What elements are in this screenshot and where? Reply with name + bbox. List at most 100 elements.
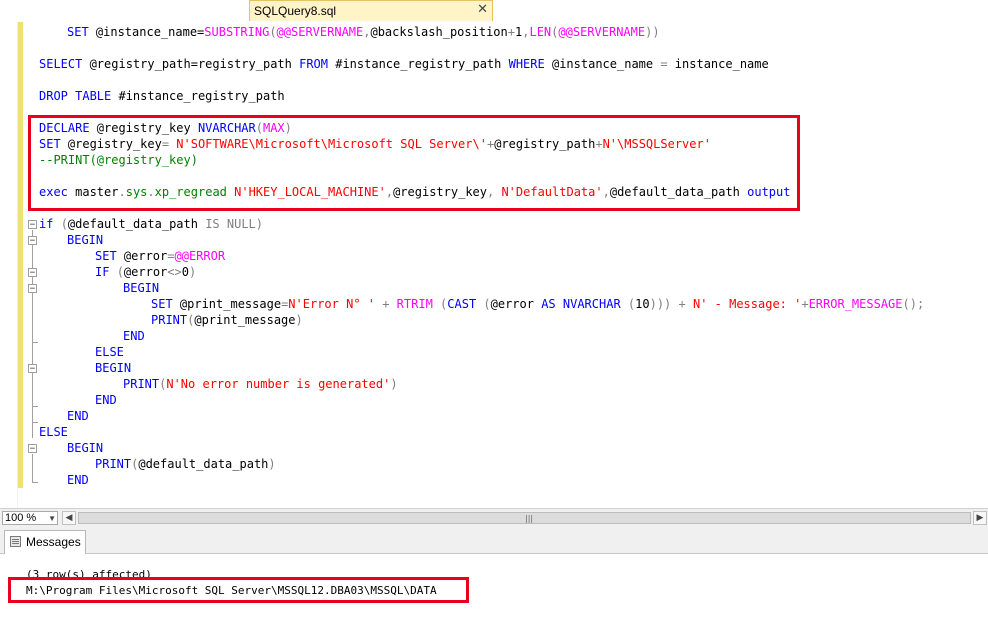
code-token: <> [167,265,182,279]
code-token: END [95,393,117,407]
horizontal-scrollbar-thumb[interactable]: ||| [78,512,971,524]
code-token: END [67,473,89,487]
code-token: @default_data_path [138,457,269,471]
code-token: BEGIN [95,361,132,375]
code-line[interactable]: BEGIN [123,280,159,296]
code-token: N'Error N° ' [288,297,383,311]
code-token: AS NVARCHAR [541,297,628,311]
messages-icon [10,536,21,547]
close-icon[interactable]: ✕ [477,2,488,17]
code-line[interactable]: BEGIN [95,360,131,376]
code-token: @print_message [194,313,296,327]
code-token: BEGIN [67,233,104,247]
code-token: @instance_name= [95,25,205,39]
code-line[interactable]: END [123,328,145,344]
code-line[interactable]: ELSE [39,424,68,440]
code-area[interactable]: SET @instance_name=SUBSTRING(@@SERVERNAM… [0,22,988,508]
results-pane: Messages (3 row(s) affected) M:\Program … [0,527,988,622]
code-token: PRINT [151,313,188,327]
results-tab-bar: Messages [0,527,988,554]
scroll-left-button[interactable]: ◀ [62,511,76,525]
code-token: DROP TABLE [39,89,119,103]
code-token: if [39,217,61,231]
code-token: IF [95,265,117,279]
code-token: = [660,57,675,71]
code-token: @error [123,265,168,279]
code-line[interactable]: PRINT(@default_data_path) [95,456,276,472]
code-line[interactable]: SET @error=@@ERROR [95,248,225,264]
highlight-box-data-path [8,577,469,603]
code-line[interactable]: END [95,392,117,408]
code-token: ) [295,313,303,327]
code-token: SET [151,297,180,311]
tab-messages[interactable]: Messages [4,530,86,554]
zoom-value: 100 % [5,512,37,524]
code-token: 0 [181,265,189,279]
code-line[interactable]: SET @instance_name=SUBSTRING(@@SERVERNAM… [67,24,660,40]
code-token: 10 [635,297,650,311]
document-tab-strip: SQLQuery8.sql ✕ [0,0,988,22]
code-token: @error [490,297,542,311]
code-token: @error [123,249,168,263]
code-line[interactable]: IF (@error<>0) [95,264,196,280]
code-token: + [801,297,809,311]
code-token: (); [902,297,925,311]
code-line[interactable]: END [67,472,89,488]
code-token: CAST [447,297,484,311]
code-line[interactable]: DROP TABLE #instance_registry_path [39,88,285,104]
code-token: LEN [529,25,552,39]
chevron-down-icon: ▼ [48,514,56,523]
code-token: ERROR_MESSAGE [808,297,903,311]
code-token: ( [116,265,124,279]
code-token: #instance_registry_path [118,89,285,103]
code-line[interactable]: BEGIN [67,232,103,248]
code-token: SELECT [39,57,90,71]
code-token: = [167,249,175,263]
code-token: + [382,297,397,311]
zoom-select[interactable]: 100 % ▼ [2,511,58,525]
code-token: ( [269,25,277,39]
tab-title: SQLQuery8.sql [254,4,337,18]
code-line[interactable]: BEGIN [67,440,103,456]
code-token: instance_name [674,57,769,71]
code-line[interactable]: END [67,408,89,424]
code-token: SUBSTRING [204,25,270,39]
code-token: ELSE [39,425,68,439]
code-token: @print_message [179,297,282,311]
code-token: @@SERVERNAME [558,25,646,39]
code-token: ))) [649,297,672,311]
code-token: @instance_name [551,57,661,71]
code-token: + [671,297,693,311]
code-token: SET [67,25,96,39]
tab-sqlquery8[interactable]: SQLQuery8.sql ✕ [249,0,493,21]
query-editor[interactable]: − − − − − − SET @instance_name=SUBSTRING… [0,22,988,508]
code-line[interactable]: ELSE [95,344,124,360]
code-token: @registry_path=registry_path [89,57,300,71]
code-line[interactable]: PRINT(@print_message) [151,312,303,328]
code-token: @backslash_position [370,25,508,39]
code-token: )) [645,25,660,39]
code-token: PRINT [95,457,132,471]
code-token: ) [390,377,398,391]
scroll-right-button[interactable]: ▶ [973,511,987,525]
code-token: ) [188,265,197,279]
horizontal-scroll-strip: 100 % ▼ ◀ ||| ▶ [0,508,988,527]
code-token: @@ERROR [174,249,226,263]
code-line[interactable]: if (@default_data_path IS NULL) [39,216,263,232]
code-token: FROM [299,57,336,71]
grip-icon: ||| [525,514,534,523]
code-line[interactable]: PRINT(N'No error number is generated') [123,376,398,392]
code-token: BEGIN [123,281,160,295]
code-token: @@SERVERNAME [276,25,364,39]
messages-tab-label: Messages [26,535,81,549]
code-token: ( [60,217,68,231]
code-line[interactable]: SET @print_message=N'Error N° ' + RTRIM … [151,296,924,312]
code-token: ( [483,297,491,311]
code-token: IS NULL) [205,217,263,231]
code-token: END [67,409,89,423]
code-token: SET [95,249,124,263]
code-token: @default_data_path [67,217,206,231]
code-token: ) [268,457,276,471]
code-token: N' - Message: ' [692,297,802,311]
code-line[interactable]: SELECT @registry_path=registry_path FROM… [39,56,769,72]
